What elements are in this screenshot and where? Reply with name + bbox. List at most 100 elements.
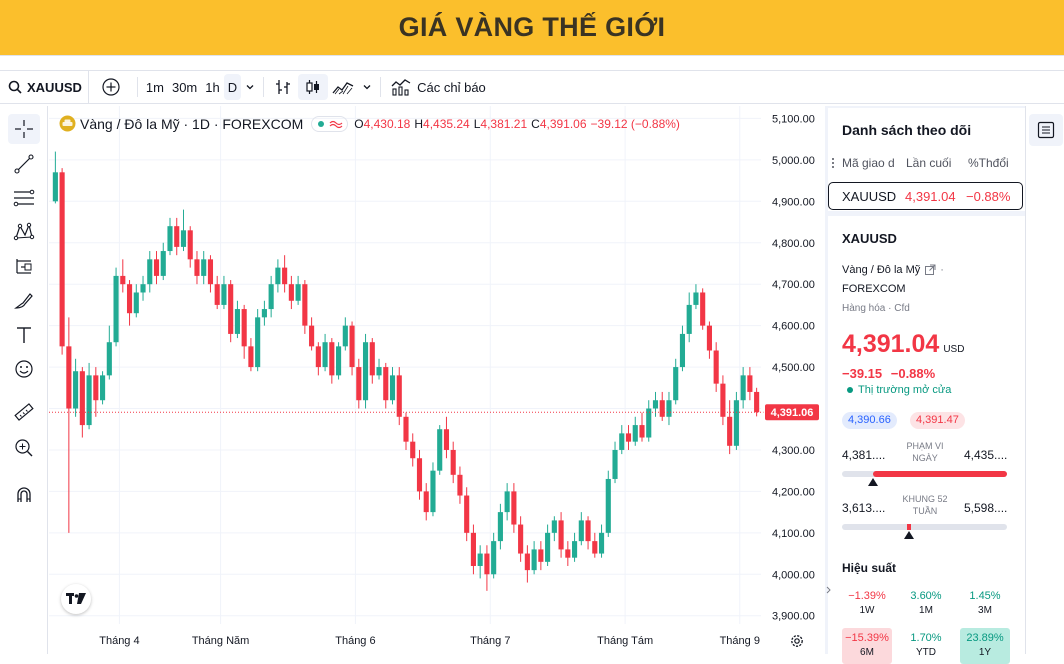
column-last[interactable]: Lần cuối [906,156,951,170]
time-axis-label: Tháng 9 [720,635,760,647]
day-range-low: 4,381.... [842,448,886,462]
chevron-down-icon [363,85,371,90]
legend-high: H4,435.24 [414,116,470,131]
candle-body [241,309,247,347]
details-price-row: 4,391.04 USD [842,330,964,359]
crosshair-tool[interactable] [8,114,40,144]
interval-d-button[interactable]: D [223,74,242,100]
candle-body [740,375,746,401]
interval-1h-button[interactable]: 1h [201,74,223,100]
collapse-panel-handle[interactable] [825,580,831,600]
compare-symbol-button[interactable] [97,74,125,100]
candle-body [187,230,193,260]
market-status-pill[interactable] [311,115,349,132]
performance-period: 1M [919,605,933,616]
candle-body [652,400,659,409]
candle-body [100,375,106,401]
candle-body [309,325,315,347]
fib-tool[interactable] [8,183,40,213]
tradingview-logo[interactable] [61,584,91,614]
performance-period: 1Y [978,647,992,658]
symbol-label: XAUUSD [27,79,82,95]
price-tick-label: 5,000.00 [772,155,815,167]
area-chart-button[interactable] [328,74,358,100]
indicators-button[interactable]: Các chỉ báo [385,74,492,100]
trend-line-tool[interactable] [8,149,40,179]
external-link-icon[interactable] [924,264,936,276]
details-change-pct: −0.88% [890,366,936,381]
candle-body [295,284,301,301]
candle-body [315,346,321,368]
candle-body [612,449,618,479]
candle-body [592,541,598,554]
column-change[interactable]: %Thđổi [968,156,1009,170]
zoom-in-tool[interactable] [8,433,40,463]
price-tick-label: 4,100.00 [772,528,815,540]
candle-body [747,375,753,392]
candle-body [126,284,133,314]
row-symbol: XAUUSD [842,189,897,204]
page-banner: GIÁ VÀNG THẾ GIỚI [0,0,1064,55]
interval-1m-button[interactable]: 1m [142,74,168,100]
divider [0,55,1064,56]
emoji-tool[interactable] [8,354,40,384]
time-axis-label: Tháng Tám [597,635,653,647]
performance-value: 3.60% [910,590,942,602]
watchlist-toggle-button[interactable] [1029,114,1063,146]
pattern-tool[interactable] [8,217,40,247]
price-tick-label: 4,000.00 [772,569,815,581]
candle-body [174,226,180,247]
candle-body [248,346,254,368]
measure-tool[interactable] [8,397,40,427]
candle-body [342,325,348,347]
interval-30m-button[interactable]: 30m [168,74,201,100]
chevron-right-icon [826,586,831,594]
watchlist-row[interactable]: XAUUSD 4,391.04 −0.88% [828,182,1023,210]
bid-badge: 4,390.66 [842,412,897,429]
performance-cell: 3.60% 1M [901,586,951,622]
chart-pane[interactable]: 5,100.00 5,000.00 4,900.00 4,800.00 4,700.00… [49,106,824,654]
current-price-label: 4,391.06 [771,407,814,419]
candle-body [484,553,490,575]
candlestick-chart[interactable]: 5,100.00 5,000.00 4,900.00 4,800.00 4,700.00… [49,106,824,654]
legend-close: C4,391.06 [531,116,587,131]
chart-settings-button[interactable] [787,631,807,651]
drag-handle-icon[interactable] [831,157,835,169]
chart-legend: Vàng / Đô la Mỹ · 1D · FOREXCOM O4,430.1… [59,115,684,132]
legend-change: −39.12 (−0.88%) [590,116,680,131]
candle-body [524,553,530,571]
details-exchange: FOREXCOM [842,283,906,295]
performance-period: 6M [860,647,874,658]
text-tool[interactable] [8,320,40,350]
magnet-tool[interactable] [8,480,40,510]
area-chart-icon [332,82,354,95]
watchlist-title: Danh sách theo dõi [842,122,972,138]
details-change-row: −39.15 −0.88% [842,366,935,381]
candles-chart-button[interactable] [298,74,329,100]
day-range-high: 4,435.... [964,448,1008,462]
performance-cell: 1.45% 3M [960,586,1010,622]
candle-body [545,532,551,562]
candle-body [531,549,537,571]
symbol-search[interactable]: XAUUSD [0,71,89,103]
candle-body [147,259,153,285]
interval-dropdown-button[interactable] [241,74,259,100]
performance-period: 3M [978,605,992,616]
candle-body [491,541,497,575]
smiley-icon [15,360,33,378]
candle-body [207,259,214,285]
price-tick-label: 4,800.00 [772,238,815,250]
performance-cell: 1.70% YTD [901,628,951,664]
forecasting-tool[interactable] [8,251,40,281]
search-icon [8,80,22,94]
brush-tool[interactable] [8,286,40,316]
chart-type-dropdown-button[interactable] [358,74,376,100]
candle-body [605,478,611,533]
bars-chart-button[interactable] [268,74,298,100]
candle-body [106,342,112,376]
column-symbol[interactable]: Mã giao d [842,156,895,170]
details-name-row: Vàng / Đô la Mỹ · [842,264,944,276]
indicators-label: Các chỉ báo [417,79,486,95]
ask-badge: 4,391.47 [910,412,965,429]
candle-body [625,433,632,442]
